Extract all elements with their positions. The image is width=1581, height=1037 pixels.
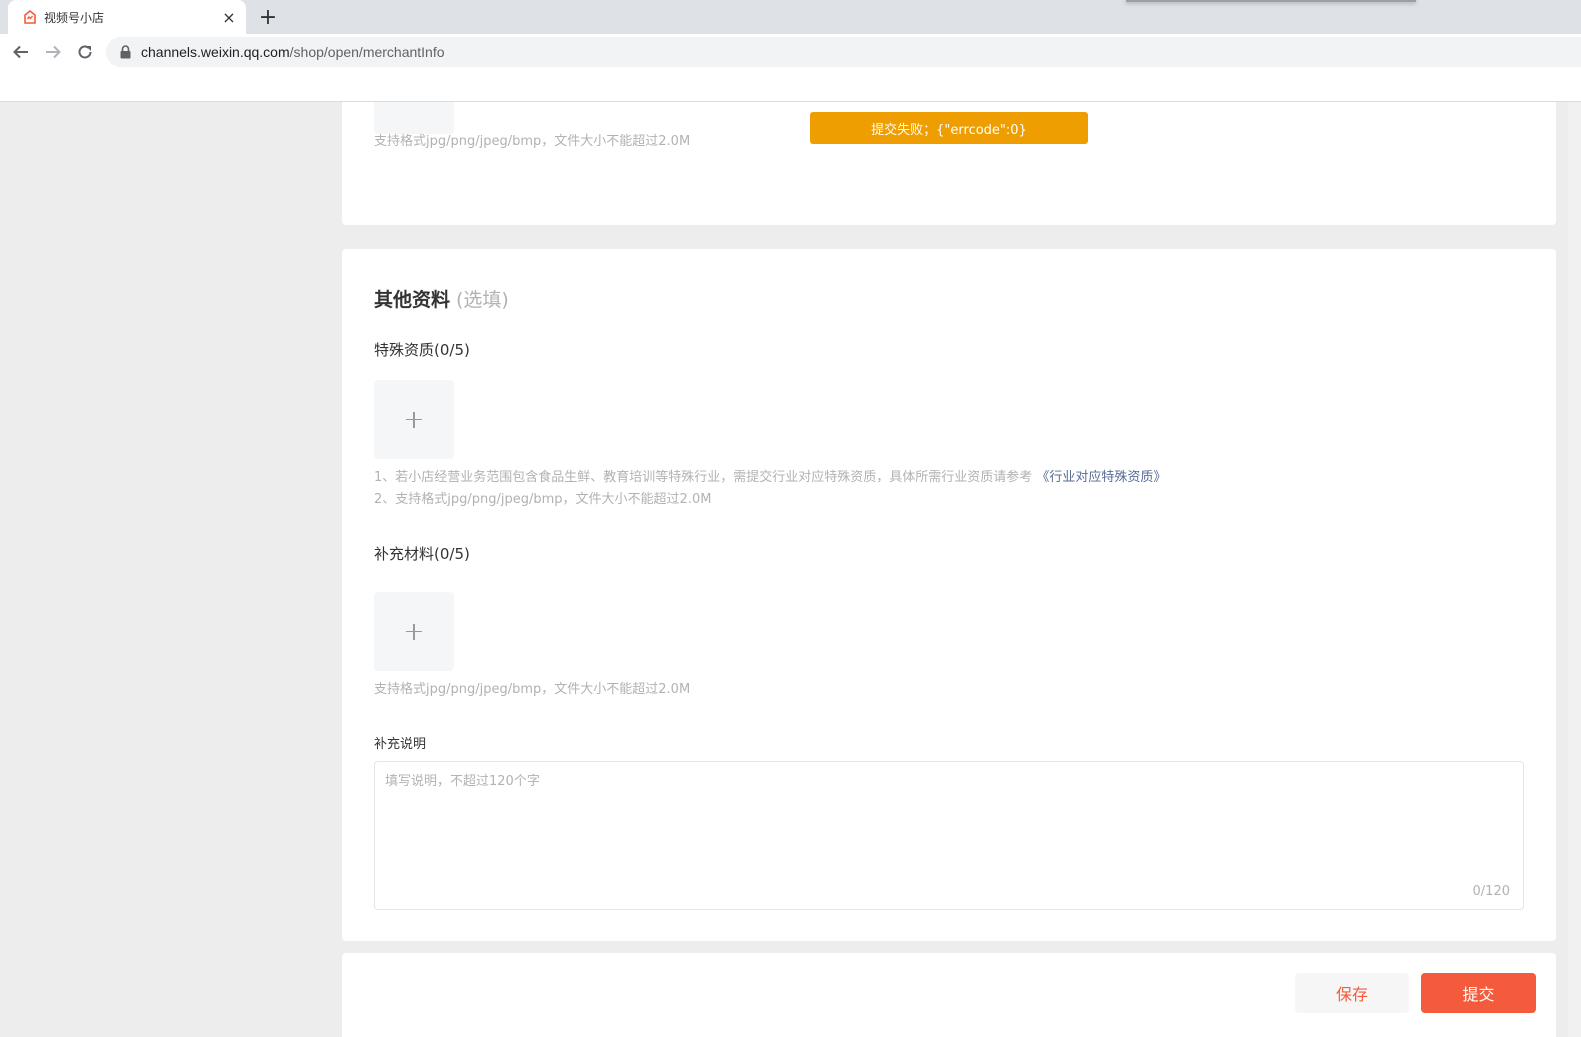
- url-host: channels.weixin.qq.com: [141, 44, 290, 60]
- new-tab-button[interactable]: +: [256, 5, 280, 30]
- char-counter: 0/120: [1472, 884, 1510, 899]
- error-toast: 提交失败；{"errcode":0}: [810, 112, 1088, 144]
- supplement-material-hint: 支持格式jpg/png/jpeg/bmp，文件大小不能超过2.0M: [374, 682, 691, 697]
- special-qualification-hint-1: 1、若小店经营业务范围包含食品生鲜、教育培训等特殊行业，需提交行业对应特殊资质，…: [374, 467, 1166, 489]
- tab-title: 视频号小店: [44, 11, 105, 25]
- section-title: 其他资料 (选填): [374, 285, 509, 312]
- address-bar[interactable]: channels.weixin.qq.com/shop/open/merchan…: [106, 37, 1581, 67]
- close-icon[interactable]: ×: [220, 8, 238, 27]
- submit-button[interactable]: 提交: [1421, 973, 1536, 1013]
- section-title-text: 其他资料: [374, 289, 451, 311]
- forward-button[interactable]: [41, 40, 65, 64]
- back-button[interactable]: [9, 40, 33, 64]
- forward-arrow-icon: [46, 45, 61, 59]
- section-optional-tag: (选填): [456, 289, 509, 311]
- supplement-material-label: 补充材料(0/5): [374, 545, 470, 563]
- url-path: /shop/open/merchantInfo: [289, 44, 445, 60]
- tab-favicon-icon: [24, 9, 36, 24]
- footer-action-bar: 保存 提交: [342, 953, 1556, 1037]
- reload-button[interactable]: [73, 40, 97, 64]
- special-qualification-hint-text: 1、若小店经营业务范围包含食品生鲜、教育培训等特殊行业，需提交行业对应特殊资质，…: [374, 470, 1033, 485]
- tabstrip-divider: [1126, 0, 1416, 2]
- special-qualification-hint-2: 2、支持格式jpg/png/jpeg/bmp，文件大小不能超过2.0M: [374, 492, 712, 507]
- save-button[interactable]: 保存: [1295, 973, 1409, 1013]
- industry-qualification-link[interactable]: 《行业对应特殊资质》: [1036, 470, 1166, 485]
- bookmarks-bar: [0, 70, 1581, 102]
- supplement-material-upload[interactable]: [374, 592, 454, 671]
- url-text: channels.weixin.qq.com/shop/open/merchan…: [141, 44, 445, 60]
- supplement-note-field: 0/120: [374, 761, 1524, 910]
- add-image-plus-icon: [406, 623, 422, 640]
- page-viewport: 支持格式jpg/png/jpeg/bmp，文件大小不能超过2.0M 提交失败；{…: [0, 102, 1568, 1037]
- upload-format-hint-prev: 支持格式jpg/png/jpeg/bmp，文件大小不能超过2.0M: [374, 134, 691, 149]
- lock-icon: [120, 45, 131, 59]
- add-image-plus-icon: [406, 411, 422, 428]
- page-scrollbar[interactable]: [1568, 102, 1581, 1037]
- image-upload-box-prev[interactable]: [374, 102, 454, 134]
- supplement-note-label: 补充说明: [374, 737, 427, 752]
- special-qualification-label: 特殊资质(0/5): [374, 341, 470, 359]
- browser-toolbar: channels.weixin.qq.com/shop/open/merchan…: [0, 34, 1581, 70]
- other-info-card: 其他资料 (选填) 特殊资质(0/5) 1、若小店经营业务范围包含食品生鲜、教育培…: [342, 249, 1556, 941]
- special-qualification-upload[interactable]: [374, 380, 454, 459]
- browser-tabstrip: 视频号小店 × +: [0, 0, 1581, 34]
- reload-icon: [78, 45, 92, 59]
- supplement-note-textarea[interactable]: [385, 770, 1513, 880]
- previous-section-card: 支持格式jpg/png/jpeg/bmp，文件大小不能超过2.0M 提交失败；{…: [342, 102, 1556, 225]
- browser-tab-active[interactable]: 视频号小店 ×: [8, 0, 246, 34]
- back-arrow-icon: [13, 45, 28, 59]
